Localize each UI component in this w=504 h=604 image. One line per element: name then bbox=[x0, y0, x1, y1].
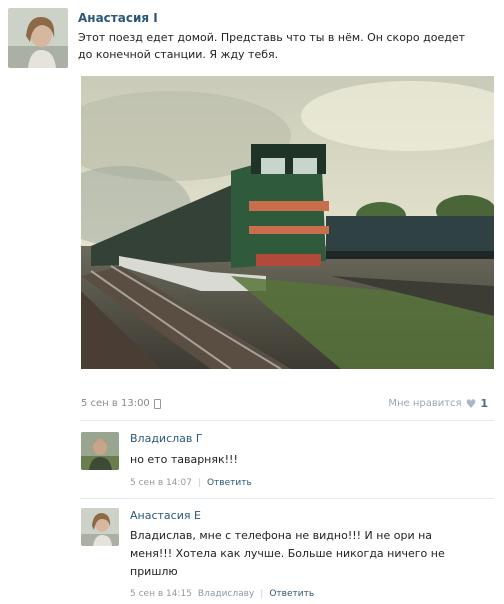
reply-button[interactable]: Ответить bbox=[207, 478, 252, 488]
comment-meta: 5 сен в 14:07 | Ответить bbox=[130, 478, 252, 488]
divider bbox=[80, 420, 494, 421]
author-avatar[interactable] bbox=[8, 8, 68, 68]
reply-to-name[interactable]: Владиславу bbox=[198, 589, 254, 599]
mobile-phone-icon bbox=[153, 398, 161, 409]
post-date[interactable]: 5 сен в 13:00 bbox=[81, 398, 150, 409]
reply-button[interactable]: Ответить bbox=[269, 589, 314, 599]
post-text: Этот поезд едет домой. Представь что ты … bbox=[78, 31, 466, 61]
separator: | bbox=[260, 589, 264, 599]
post-photo[interactable] bbox=[81, 76, 494, 369]
like-label: Мне нравится bbox=[388, 398, 462, 409]
comment-avatar[interactable] bbox=[81, 508, 119, 546]
comment-author-name[interactable]: Анастасия Е bbox=[130, 509, 201, 522]
comment-text: но ето таварняк!!! bbox=[130, 453, 238, 466]
comment-avatar[interactable] bbox=[81, 432, 119, 470]
like-count: 1 bbox=[480, 397, 488, 410]
like-button[interactable]: Мне нравится ♥ 1 bbox=[388, 397, 488, 410]
separator: | bbox=[197, 478, 201, 488]
post-author-name[interactable]: Анастасия І bbox=[78, 11, 158, 25]
heart-icon: ♥ bbox=[465, 396, 477, 411]
post-meta: 5 сен в 13:00 bbox=[81, 398, 161, 409]
divider bbox=[80, 498, 494, 499]
comment-date[interactable]: 5 сен в 14:15 bbox=[130, 589, 192, 599]
comment-text: Владислав, мне с телефона не видно!!! И … bbox=[130, 529, 445, 578]
comment-author-name[interactable]: Владислав Г bbox=[130, 432, 203, 445]
comment-date[interactable]: 5 сен в 14:07 bbox=[130, 478, 192, 488]
comment-meta: 5 сен в 14:15 Владиславу | Ответить bbox=[130, 589, 314, 599]
